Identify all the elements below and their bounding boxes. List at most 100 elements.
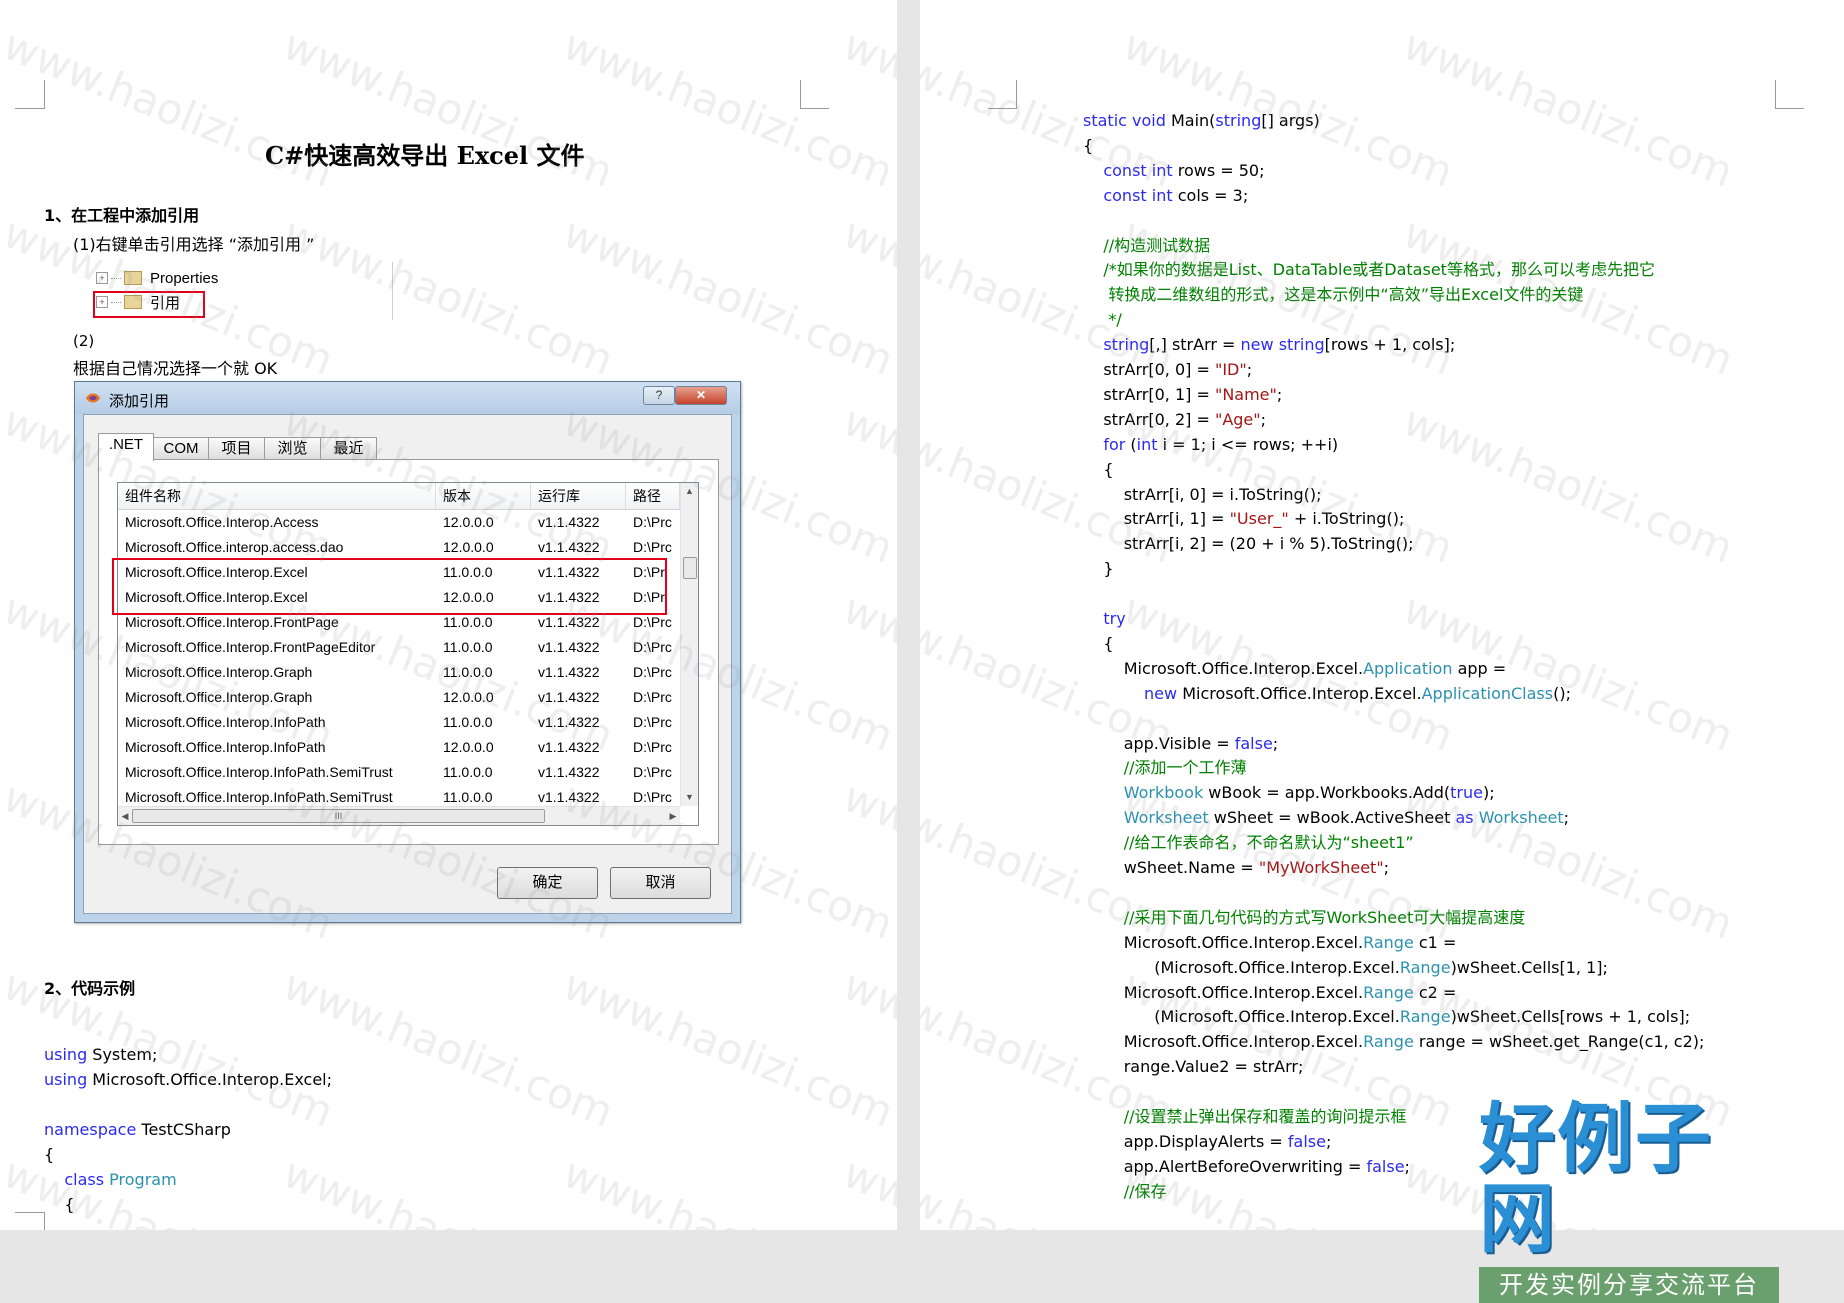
code-keyword: false — [1287, 1131, 1326, 1151]
code-keyword: string — [1278, 335, 1325, 355]
scroll-thumb[interactable]: III — [132, 809, 545, 823]
solution-tree-snippet: + Properties + 引用 — [88, 262, 393, 322]
close-button[interactable]: ✕ — [675, 386, 727, 405]
code-line: new Microsoft.Office.Interop.Excel.Appli… — [1083, 684, 1571, 704]
watermark-text: www.haolizi.com — [556, 20, 897, 197]
code-text: { — [44, 1145, 55, 1164]
section-heading: 1、在工程中添加引用 — [44, 206, 200, 225]
cancel-button[interactable]: 取消 — [610, 867, 711, 899]
list-row[interactable]: Microsoft.Office.Interop.Graph 11.0.0.0 v1… — [118, 660, 680, 685]
list-row[interactable]: Microsoft.Office.interop.access.dao 12.0.… — [118, 535, 680, 560]
list-row[interactable]: Microsoft.Office.Interop.FrontPageEditor… — [118, 635, 680, 660]
code-line: class Program — [44, 1170, 177, 1190]
tab-browse[interactable]: 浏览 — [264, 437, 321, 460]
version-cell: 12.0.0.0 — [443, 514, 494, 530]
code-type: ApplicationClass — [1421, 683, 1554, 703]
code-keyword: for — [1103, 434, 1126, 454]
dialog-titlebar[interactable]: 添加引用 ? ✕ — [75, 382, 740, 414]
scroll-up-icon[interactable]: ▲ — [681, 483, 698, 500]
code-line: strArr[i, 1] = "User_" + i.ToString(); — [1083, 509, 1405, 529]
tab-project[interactable]: 项目 — [208, 437, 265, 460]
crop-mark — [800, 80, 829, 109]
code-text: Microsoft.Office.Interop.Excel. — [1083, 982, 1364, 1002]
code-string: "Name" — [1214, 384, 1277, 404]
scroll-left-icon[interactable]: ◀ — [118, 807, 132, 825]
code-line: { — [1083, 136, 1093, 156]
tree-item-properties[interactable]: + Properties — [88, 267, 218, 289]
component-name-cell: Microsoft.Office.Interop.InfoPath — [125, 714, 326, 730]
code-line: //设置禁止弹出保存和覆盖的询问提示框 — [1083, 1107, 1407, 1127]
code-string: "ID" — [1214, 360, 1247, 379]
expand-icon[interactable]: + — [96, 272, 108, 284]
code-line: Microsoft.Office.Interop.Excel.Range ran… — [1083, 1032, 1705, 1052]
code-line: try — [1083, 609, 1125, 629]
code-text: Microsoft.Office.Interop.Excel; — [87, 1070, 332, 1089]
code-text: app.AlertBeforeOverwriting = — [1083, 1156, 1367, 1176]
list-row[interactable]: Microsoft.Office.Interop.Access 12.0.0.0 v… — [118, 510, 680, 535]
tab-net[interactable]: .NET — [98, 433, 154, 461]
runtime-cell: v1.1.4322 — [538, 764, 600, 780]
code-line: namespace TestCSharp — [44, 1120, 231, 1140]
divider — [392, 262, 393, 320]
horizontal-scrollbar[interactable]: ◀ III ▶ — [118, 806, 680, 825]
code-type: Workbook — [1123, 783, 1204, 803]
step-text: (1)右键单击引用选择 “添加引用 ” — [73, 235, 315, 254]
code-text: range = wSheet.get_Range(c1, c2); — [1413, 1032, 1705, 1052]
scroll-down-icon[interactable]: ▼ — [681, 789, 698, 806]
code-line: static void Main(string[] args) — [1083, 111, 1320, 131]
code-keyword: true — [1450, 783, 1483, 803]
component-list[interactable]: 组件名称 版本 运行库 路径 Microsoft.Office.Interop.… — [117, 482, 699, 826]
code-text: )wSheet.Cells[rows + 1, cols]; — [1450, 1007, 1691, 1027]
vertical-scrollbar[interactable]: ▲ ▼ — [680, 483, 698, 806]
add-reference-dialog: 添加引用 ? ✕ .NET COM 项目 浏览 最近 组件名称 版本 运行库 路… — [74, 381, 741, 923]
help-button[interactable]: ? — [643, 386, 675, 405]
code-text: rows = 50; — [1172, 160, 1265, 180]
app-logo-icon — [86, 393, 100, 403]
code-line: strArr[0, 1] = "Name"; — [1083, 385, 1282, 405]
column-header-name[interactable]: 组件名称 — [118, 483, 436, 509]
code-type: Program — [109, 1170, 177, 1189]
code-line: (Microsoft.Office.Interop.Excel.Range)wS… — [1083, 1007, 1690, 1027]
document-page-left: C#快速高效导出 Excel 文件 1、在工程中添加引用 (1)右键单击引用选择… — [0, 0, 897, 1230]
code-text: [,] strArr = — [1149, 335, 1241, 355]
watermark-text: www.haolizi.com — [836, 584, 897, 761]
path-cell: D:\Prc — [633, 514, 672, 530]
tab-com[interactable]: COM — [153, 437, 209, 460]
column-header-path[interactable]: 路径 — [626, 483, 680, 509]
component-name-cell: Microsoft.Office.Interop.FrontPageEditor — [125, 639, 376, 655]
code-text: strArr[i, 0] = i.ToString(); — [1083, 484, 1322, 504]
path-cell: D:\Prc — [633, 664, 672, 680]
scroll-right-icon[interactable]: ▶ — [666, 807, 680, 825]
code-keyword: using — [44, 1045, 88, 1064]
watermark-text: www.haolizi.com — [277, 1148, 621, 1230]
code-text: strArr[i, 2] = (20 + i % 5).ToString(); — [1083, 534, 1414, 554]
crop-mark — [15, 1212, 45, 1230]
path-cell: D:\Prc — [633, 639, 672, 655]
watermark-text: www.haolizi.com — [837, 1148, 897, 1230]
code-line: const int rows = 50; — [1083, 160, 1265, 181]
scroll-thumb[interactable] — [683, 557, 697, 579]
code-text: [] args) — [1261, 111, 1320, 130]
code-text: Microsoft.Office.Interop.Excel. — [1083, 658, 1364, 678]
list-row[interactable]: Microsoft.Office.Interop.Graph 12.0.0.0 v1… — [118, 685, 680, 710]
list-row[interactable]: Microsoft.Office.Interop.InfoPath 12.0.0.… — [118, 735, 680, 760]
list-row[interactable]: Microsoft.Office.Interop.InfoPath 11.0.0.… — [118, 710, 680, 735]
code-text: ; — [1276, 384, 1283, 404]
list-row[interactable]: Microsoft.Office.Interop.InfoPath.SemiTr… — [118, 760, 680, 785]
column-header-version[interactable]: 版本 — [436, 483, 531, 509]
tab-recent[interactable]: 最近 — [320, 437, 377, 460]
runtime-cell: v1.1.4322 — [538, 639, 600, 655]
ok-button[interactable]: 确定 — [497, 867, 598, 899]
column-header-runtime[interactable]: 运行库 — [531, 483, 626, 509]
watermark-text: www.haolizi.com — [557, 1148, 897, 1230]
component-name-cell: Microsoft.Office.Interop.Graph — [125, 689, 313, 705]
crop-mark — [1775, 80, 1804, 109]
code-text: wBook = app.Workbooks.Add( — [1203, 783, 1451, 803]
code-text: (); — [1553, 683, 1571, 703]
code-line: strArr[0, 2] = "Age"; — [1083, 410, 1266, 430]
